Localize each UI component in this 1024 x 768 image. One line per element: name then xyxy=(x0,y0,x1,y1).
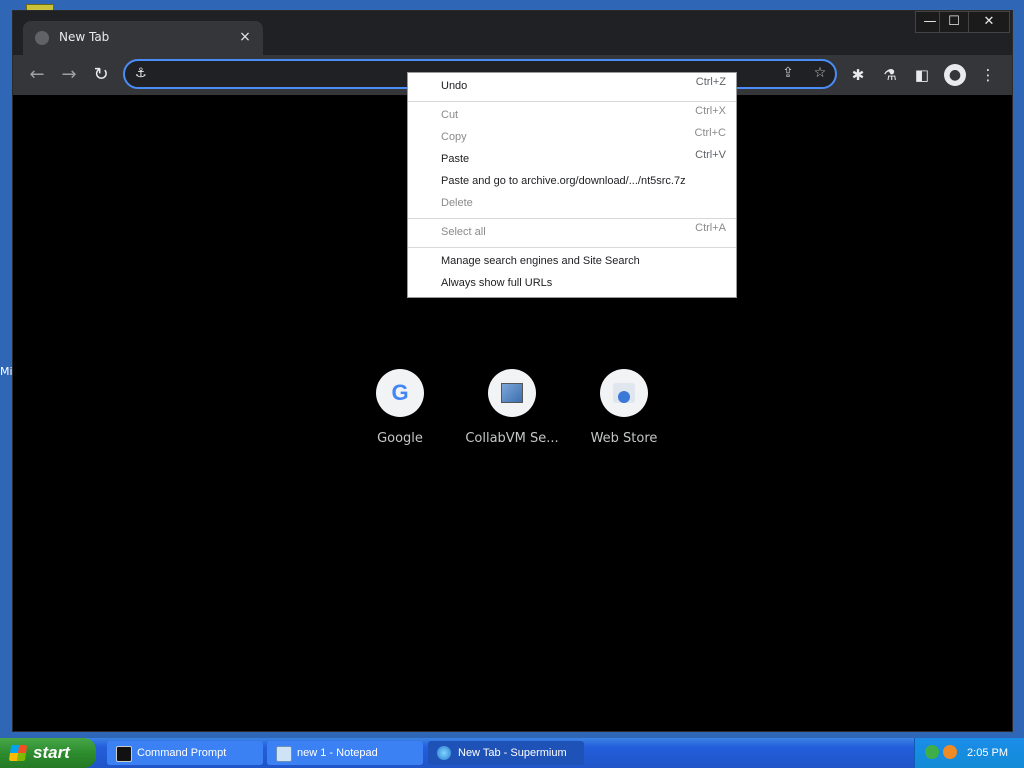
tab-close-icon[interactable]: × xyxy=(235,27,255,47)
shortcut-hint: Ctrl+V xyxy=(695,149,726,161)
tab-new-tab[interactable]: New Tab × xyxy=(23,21,263,55)
shortcut-label: CollabVM Se... xyxy=(465,431,559,446)
shortcut-web-store[interactable]: Web Store xyxy=(568,369,680,446)
maximize-button[interactable]: ☐ xyxy=(939,11,969,33)
tab-title: New Tab xyxy=(59,30,110,44)
web-store-icon xyxy=(600,369,648,417)
menu-item-manage-search-engines[interactable]: Manage search engines and Site Search xyxy=(441,252,726,270)
shortcut-hint: Ctrl+Z xyxy=(695,76,726,88)
start-button[interactable]: start xyxy=(0,738,96,768)
profile-avatar-icon[interactable]: ● xyxy=(944,64,966,86)
menu-item-copy[interactable]: Copy Ctrl+C xyxy=(441,127,726,146)
close-button[interactable]: ✕ xyxy=(968,11,1010,33)
notepad-icon xyxy=(276,746,292,762)
windows-logo-icon xyxy=(8,745,28,761)
reload-button[interactable]: ↻ xyxy=(87,61,115,89)
system-tray: 2:05 PM xyxy=(914,738,1024,768)
menu-item-delete[interactable]: Delete xyxy=(441,194,726,212)
shortcut-collabvm[interactable]: CollabVM Se... xyxy=(456,369,568,446)
shortcut-hint: Ctrl+C xyxy=(694,127,726,139)
start-label: start xyxy=(33,743,70,762)
taskbar-item-notepad[interactable]: new 1 - Notepad xyxy=(267,741,423,765)
shortcut-hint: Ctrl+X xyxy=(695,105,726,117)
site-info-icon[interactable]: ⚓ xyxy=(135,66,147,81)
taskbar: start Command Prompt new 1 - Notepad New… xyxy=(0,738,1024,768)
labs-icon[interactable]: ⚗ xyxy=(877,62,903,88)
globe-icon xyxy=(35,31,49,45)
back-button[interactable]: ← xyxy=(23,61,51,89)
menu-separator xyxy=(408,101,736,102)
side-panel-icon[interactable]: ◧ xyxy=(909,62,935,88)
cmd-icon xyxy=(116,746,132,762)
extensions-icon[interactable]: ✱ xyxy=(845,62,871,88)
menu-item-select-all[interactable]: Select all Ctrl+A xyxy=(441,222,726,241)
search-icon[interactable] xyxy=(943,745,957,759)
clock: 2:05 PM xyxy=(967,747,1008,759)
google-icon: G xyxy=(376,369,424,417)
menu-separator xyxy=(408,247,736,248)
shortcut-label: Web Store xyxy=(590,431,658,446)
share-icon[interactable]: ⇪ xyxy=(777,65,799,85)
taskbar-item-command-prompt[interactable]: Command Prompt xyxy=(107,741,263,765)
menu-item-cut[interactable]: Cut Ctrl+X xyxy=(441,105,726,124)
menu-item-undo[interactable]: Undo Ctrl+Z xyxy=(441,76,726,95)
desktop-icon-label: Mi xyxy=(0,366,12,378)
shortcut-hint: Ctrl+A xyxy=(695,222,726,234)
taskbar-item-supermium[interactable]: New Tab - Supermium xyxy=(428,741,584,765)
context-menu: Undo Ctrl+Z Cut Ctrl+X Copy Ctrl+C Paste… xyxy=(407,72,737,298)
menu-item-always-show-full-urls[interactable]: Always show full URLs xyxy=(441,274,726,292)
shortcut-label: Google xyxy=(377,431,423,446)
menu-item-paste-and-go[interactable]: Paste and go to archive.org/download/...… xyxy=(441,172,726,190)
title-bar: New Tab × — ☐ ✕ xyxy=(13,11,1012,55)
menu-item-paste[interactable]: Paste Ctrl+V xyxy=(441,149,726,168)
menu-separator xyxy=(408,218,736,219)
shortcut-google[interactable]: G Google xyxy=(344,369,456,446)
forward-button[interactable]: → xyxy=(55,61,83,89)
supermium-icon xyxy=(437,746,451,760)
menu-icon[interactable]: ⋮ xyxy=(975,62,1001,88)
bookmark-star-icon[interactable]: ☆ xyxy=(809,65,831,85)
network-icon[interactable] xyxy=(925,745,939,759)
collabvm-icon xyxy=(488,369,536,417)
